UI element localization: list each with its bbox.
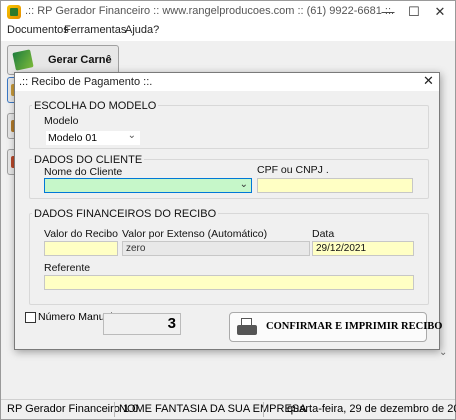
modelo-select[interactable]: Modelo 01 ⌄ <box>45 130 141 146</box>
menu-ferramentas[interactable]: Ferramentas <box>64 24 126 36</box>
numero-manual-checkbox[interactable] <box>25 312 36 323</box>
window-title: .:: RP Gerador Financeiro :: www.rangelp… <box>25 5 395 17</box>
cliente-group-title: DADOS DO CLIENTE <box>32 154 145 166</box>
cliente-group: DADOS DO CLIENTE Nome do Cliente ⌄ CPF o… <box>29 154 429 199</box>
status-date: quarta-feira, 29 de dezembro de 2021 <box>287 403 456 415</box>
menu-ajuda[interactable]: Ajuda? <box>125 24 159 36</box>
menu-bar: Documentos Ferramentas Ajuda? <box>1 23 455 41</box>
recibo-dialog: .:: Recibo de Pagamento ::. ✕ ESCOLHA DO… <box>14 72 442 350</box>
confirmar-imprimir-label: CONFIRMAR E IMPRIMIR RECIBO <box>266 321 443 332</box>
status-divider <box>263 402 264 417</box>
valor-recibo-input[interactable] <box>44 241 118 256</box>
data-label: Data <box>312 228 335 240</box>
confirmar-imprimir-button[interactable]: CONFIRMAR E IMPRIMIR RECIBO <box>229 312 442 342</box>
modelo-group: ESCOLHA DO MODELO Modelo Modelo 01 ⌄ <box>29 100 429 149</box>
gerar-carne-label: Gerar Carnê <box>48 54 112 66</box>
data-input[interactable]: 29/12/2021 <box>312 241 414 256</box>
app-logo-icon <box>7 5 21 19</box>
carne-icon <box>12 49 34 71</box>
financeiro-group-title: DADOS FINANCEIROS DO RECIBO <box>32 208 219 220</box>
financeiro-group: DADOS FINANCEIROS DO RECIBO Valor do Rec… <box>29 208 429 305</box>
status-divider <box>114 402 115 417</box>
scroll-down-icon[interactable]: ⌄ <box>439 347 447 358</box>
referente-input[interactable] <box>44 275 414 290</box>
nome-cliente-combo[interactable]: ⌄ <box>44 178 252 193</box>
nome-cliente-label: Nome do Cliente <box>44 166 123 178</box>
chevron-down-icon: ⌄ <box>239 179 248 190</box>
close-window-button[interactable]: ✕ <box>425 2 455 22</box>
chevron-down-icon: ⌄ <box>127 130 136 141</box>
modelo-group-title: ESCOLHA DO MODELO <box>32 100 159 112</box>
dialog-title-bar: .:: Recibo de Pagamento ::. ✕ <box>15 73 439 91</box>
numero-manual-display: 3 <box>103 313 181 335</box>
cpf-cnpj-label: CPF ou CNPJ . <box>257 164 329 176</box>
valor-recibo-label: Valor do Recibo <box>44 228 118 240</box>
status-company-name: NOME FANTASIA DA SUA EMPRESA <box>119 403 307 415</box>
valor-extenso-field: zero <box>122 241 310 256</box>
printer-icon <box>236 318 258 338</box>
valor-extenso-label: Valor por Extenso (Automático) <box>122 228 268 240</box>
modelo-label: Modelo <box>44 115 79 127</box>
dialog-close-button[interactable]: ✕ <box>423 73 434 89</box>
menu-documentos[interactable]: Documentos <box>7 24 69 36</box>
title-bar: .:: RP Gerador Financeiro :: www.rangelp… <box>1 1 455 23</box>
status-bar: RP Gerador Financeiro 1.0 NOME FANTASIA … <box>1 399 456 419</box>
gerar-carne-button[interactable]: Gerar Carnê <box>7 45 119 75</box>
referente-label: Referente <box>44 262 91 274</box>
modelo-select-value: Modelo 01 <box>48 132 98 144</box>
cpf-cnpj-input[interactable] <box>257 178 413 193</box>
dialog-title: .:: Recibo de Pagamento ::. <box>19 76 153 88</box>
